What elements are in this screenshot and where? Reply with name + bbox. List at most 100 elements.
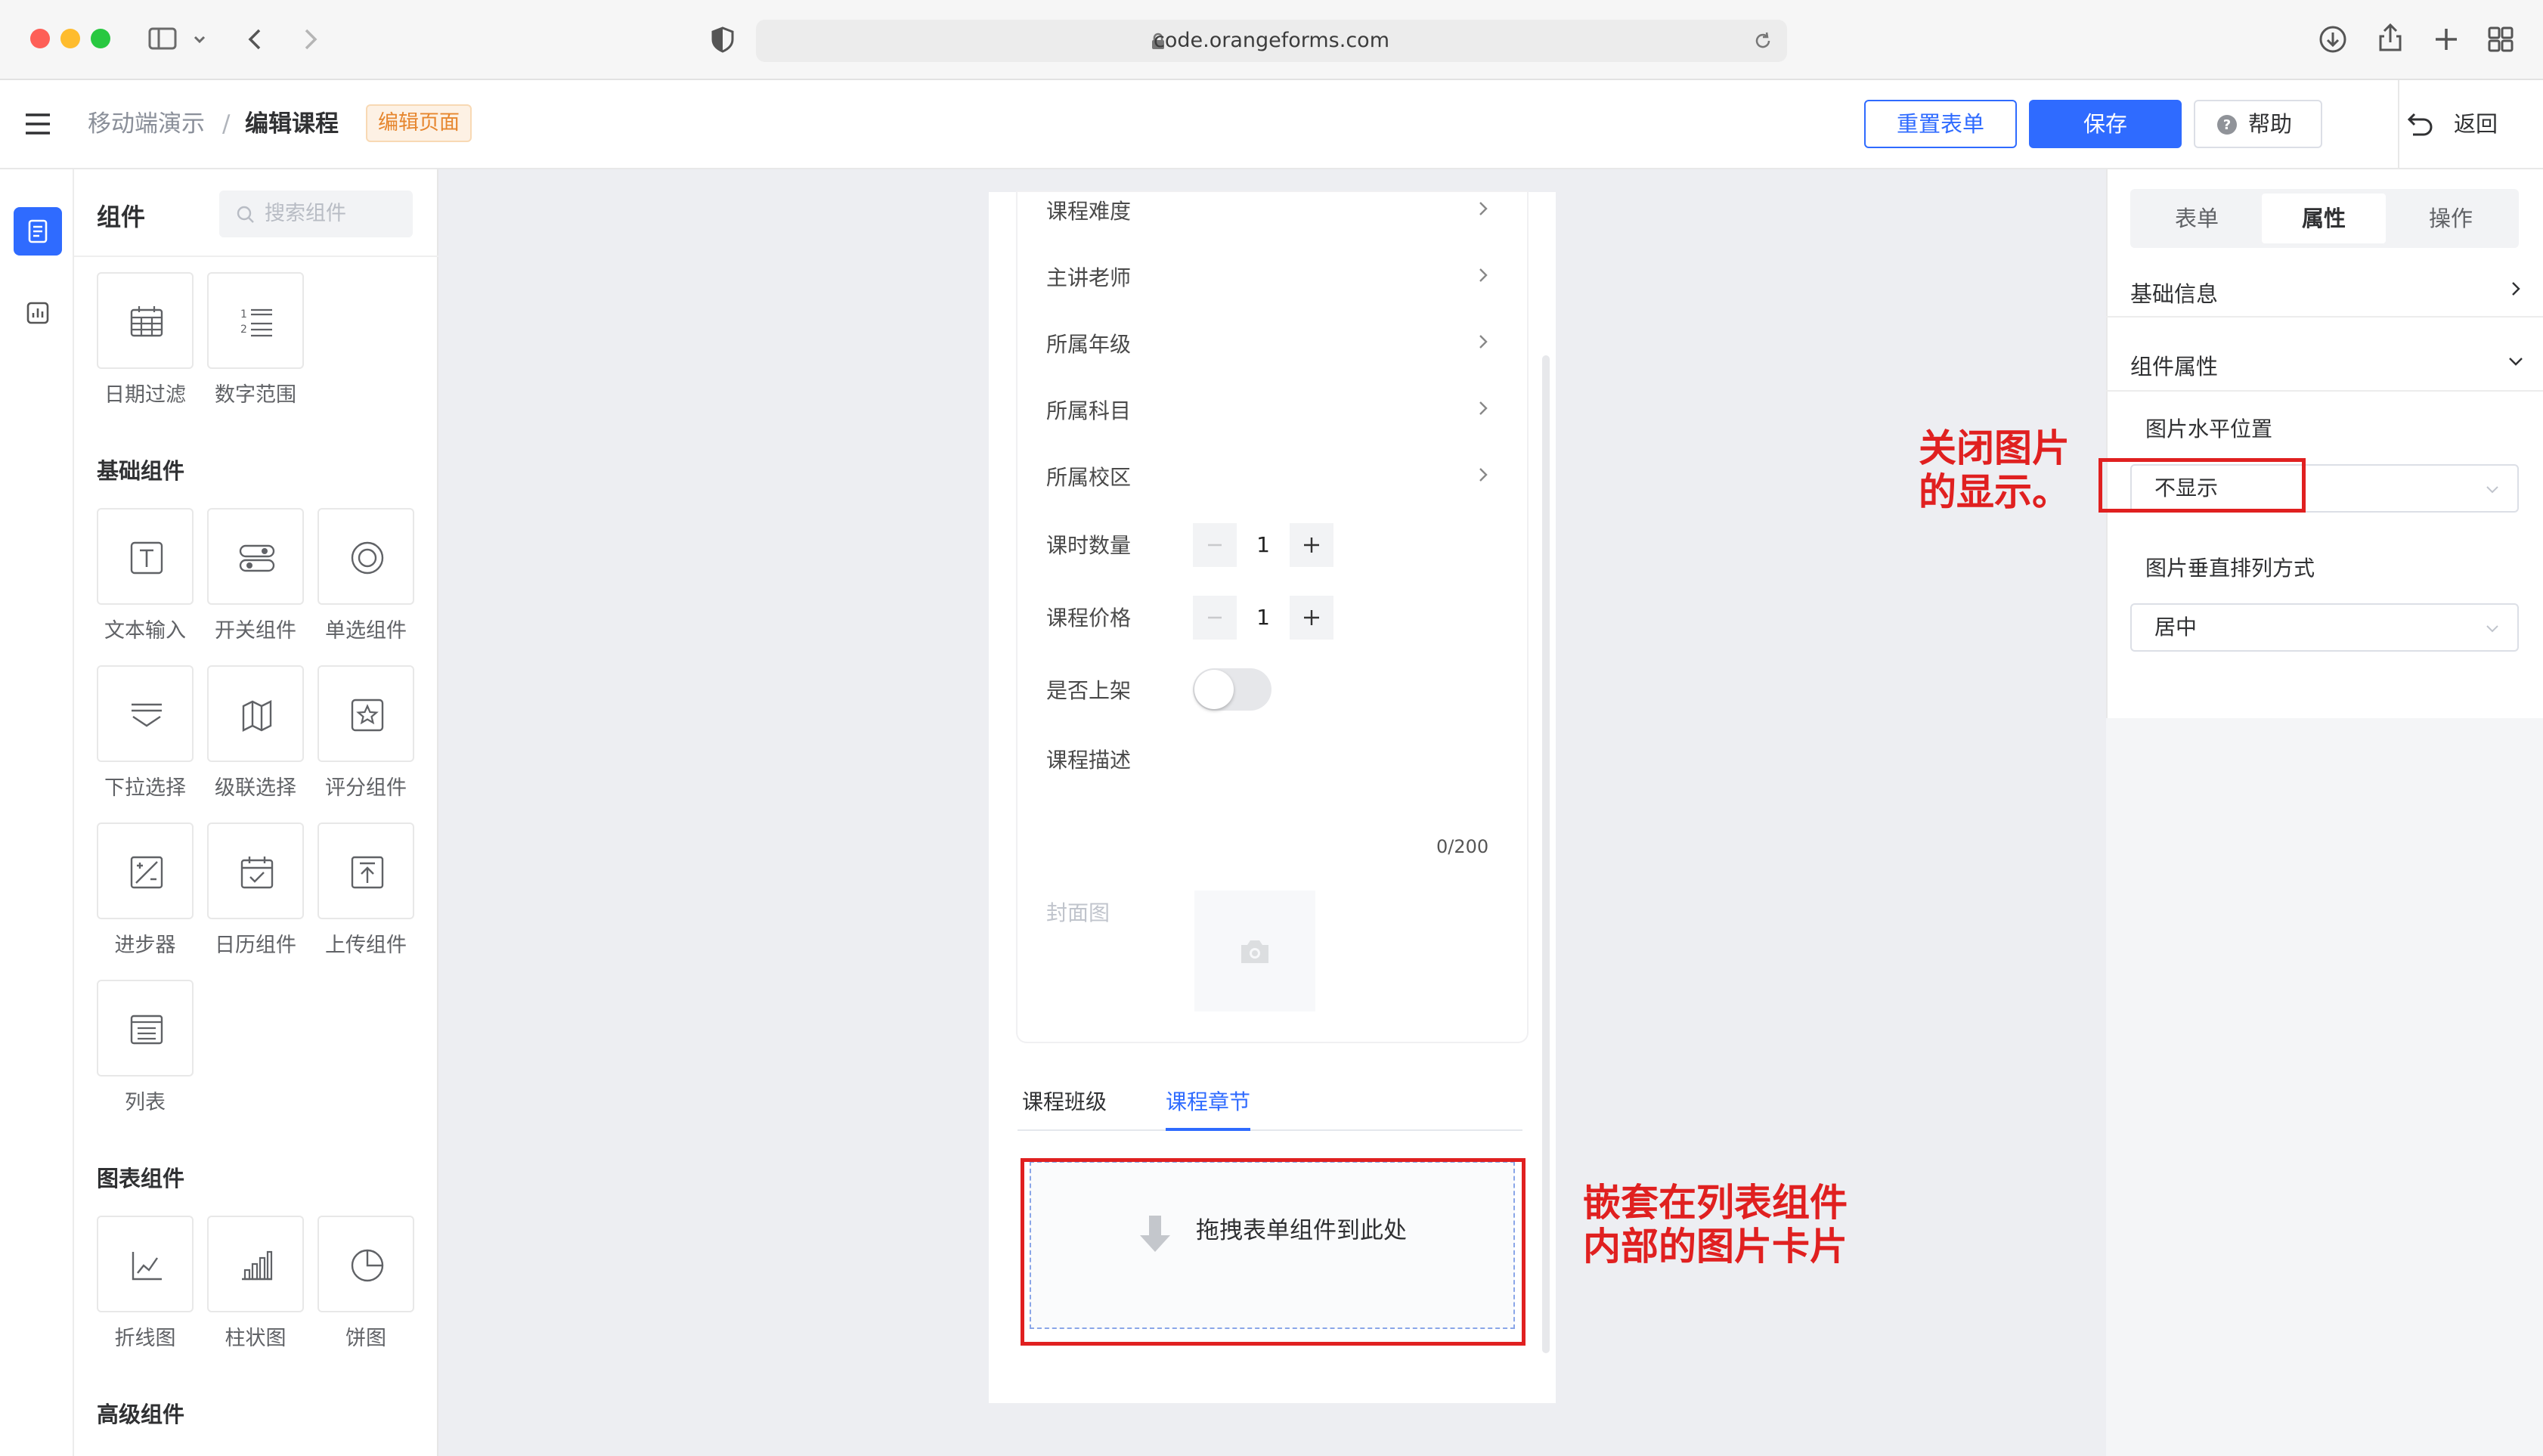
forward-arrow-icon[interactable] [295,24,325,54]
tab-overview-icon[interactable] [2484,23,2517,56]
annotation-nested: 嵌套在列表组件 内部的图片卡片 [1583,1181,1848,1269]
back-label: 返回 [2454,111,2498,137]
section-component-props[interactable]: 组件属性 [2130,349,2218,381]
reset-form-button[interactable]: 重置表单 [1864,100,2017,148]
description-counter: 0/200 [1436,836,1489,857]
tab-course-class[interactable]: 课程班级 [1022,1089,1107,1116]
tab-properties[interactable]: 属性 [2262,194,2386,243]
breadcrumb-root[interactable]: 移动端演示 [88,109,205,139]
annotation-close: 关闭图片 的显示。 [1919,426,2070,514]
window-zoom-button[interactable] [91,29,110,48]
basic-components-title: 基础组件 [97,458,185,484]
stepper-minus-button[interactable] [1193,523,1237,567]
tile-dropdown[interactable] [97,665,194,762]
component-panel-title: 组件 [97,203,146,231]
field-label-campus[interactable]: 所属校区 [1046,461,1131,491]
dropdown-icon [132,703,162,727]
tile-bar-chart[interactable] [207,1216,304,1312]
component-panel: 组件 搜索组件 日期过滤 12 数字范围 基础组件 文本输入 开关组件 单选组件… [74,169,438,1456]
tile-date-filter[interactable] [97,272,194,369]
rail-report-button[interactable] [14,289,62,337]
help-label: 帮助 [2248,111,2293,137]
save-button[interactable]: 保存 [2029,100,2182,148]
chevron-down-icon[interactable] [2507,352,2525,370]
stepper-value[interactable]: 1 [1238,523,1288,567]
field-label-price: 课程价格 [1046,606,1132,630]
download-icon[interactable] [2316,23,2349,56]
chevron-right-icon [1479,268,1488,282]
v-align-select[interactable]: 居中 [2130,603,2519,652]
search-icon [237,206,254,223]
menu-icon[interactable] [23,110,53,138]
tile-line-chart[interactable] [97,1216,194,1312]
left-rail [0,169,74,1456]
tile-cascader[interactable] [207,665,304,762]
tile-text-input[interactable] [97,508,194,605]
section-basic-info[interactable]: 基础信息 [2130,277,2218,308]
help-button[interactable]: ? 帮助 [2194,100,2322,148]
tile-calendar[interactable] [207,822,304,919]
divider [2106,390,2543,392]
tab-course-chapter[interactable]: 课程章节 [1166,1089,1250,1116]
advanced-components-title: 高级组件 [97,1402,185,1427]
tile-pie-chart[interactable] [317,1216,414,1312]
component-search-input[interactable]: 搜索组件 [219,191,413,237]
address-bar[interactable]: code.orangeforms.com [756,20,1787,62]
cover-upload[interactable] [1194,891,1315,1011]
field-label-grade[interactable]: 所属年级 [1046,328,1131,358]
tile-label: 柱状图 [225,1327,287,1350]
tile-number-range[interactable]: 12 [207,272,304,369]
tab-actions[interactable]: 操作 [2389,194,2513,243]
field-label-teacher[interactable]: 主讲老师 [1046,262,1131,292]
property-panel-empty [2106,718,2543,1456]
tab-form[interactable]: 表单 [2135,194,2259,243]
active-tab-indicator [1166,1128,1250,1131]
field-label-on-shelf: 是否上架 [1046,678,1132,703]
report-icon [26,302,49,324]
stepper-plus-button[interactable] [1290,596,1333,640]
tile-stepper[interactable] [97,822,194,919]
rail-form-button[interactable] [14,207,62,256]
highlight-box-nested [1021,1158,1525,1346]
hours-stepper: 1 [1193,523,1335,567]
tile-upload[interactable] [317,822,414,919]
on-shelf-switch[interactable] [1193,668,1272,711]
description-textarea[interactable] [1193,738,1503,829]
shield-icon[interactable] [708,24,738,54]
annotation-nested-line1: 嵌套在列表组件 [1583,1181,1848,1225]
stepper-plus-button[interactable] [1290,523,1333,567]
upload-icon [351,856,384,889]
pie-chart-icon [351,1249,384,1282]
stepper-minus-button[interactable] [1193,596,1237,640]
svg-text:2: 2 [240,324,247,336]
new-tab-icon[interactable] [2430,23,2463,56]
sidebar-toggle-icon[interactable] [147,23,180,56]
annotation-close-line1: 关闭图片 [1919,426,2070,470]
field-label-difficulty[interactable]: 课程难度 [1046,195,1131,225]
tile-label: 饼图 [345,1327,386,1350]
tile-label: 开关组件 [215,619,296,643]
stepper-icon [130,856,163,889]
tile-label: 数字范围 [215,383,296,407]
reset-form-label: 重置表单 [1896,111,1984,137]
window-close-button[interactable] [30,29,50,48]
back-arrow-icon[interactable] [240,24,271,54]
field-label-subject[interactable]: 所属科目 [1046,395,1131,425]
app-header: 移动端演示 / 编辑课程 编辑页面 重置表单 保存 ? 帮助 返回 [0,80,2543,169]
field-label-hours: 课时数量 [1046,533,1132,558]
tile-list[interactable] [97,980,194,1077]
calendar-check-icon [240,857,274,889]
tile-switch[interactable] [207,508,304,605]
chevron-right-icon [1479,468,1488,482]
preview-scrollbar[interactable] [1542,355,1550,1353]
share-icon[interactable] [2374,21,2407,54]
window-minimize-button[interactable] [60,29,80,48]
tile-radio[interactable] [317,508,414,605]
back-button[interactable]: 返回 [2402,100,2543,148]
question-icon: ? [2216,114,2238,135]
tile-rate[interactable] [317,665,414,762]
stepper-value[interactable]: 1 [1238,596,1288,640]
chevron-right-icon[interactable] [2507,280,2525,298]
reload-icon[interactable] [1752,30,1773,51]
chevron-down-icon[interactable] [190,30,209,48]
